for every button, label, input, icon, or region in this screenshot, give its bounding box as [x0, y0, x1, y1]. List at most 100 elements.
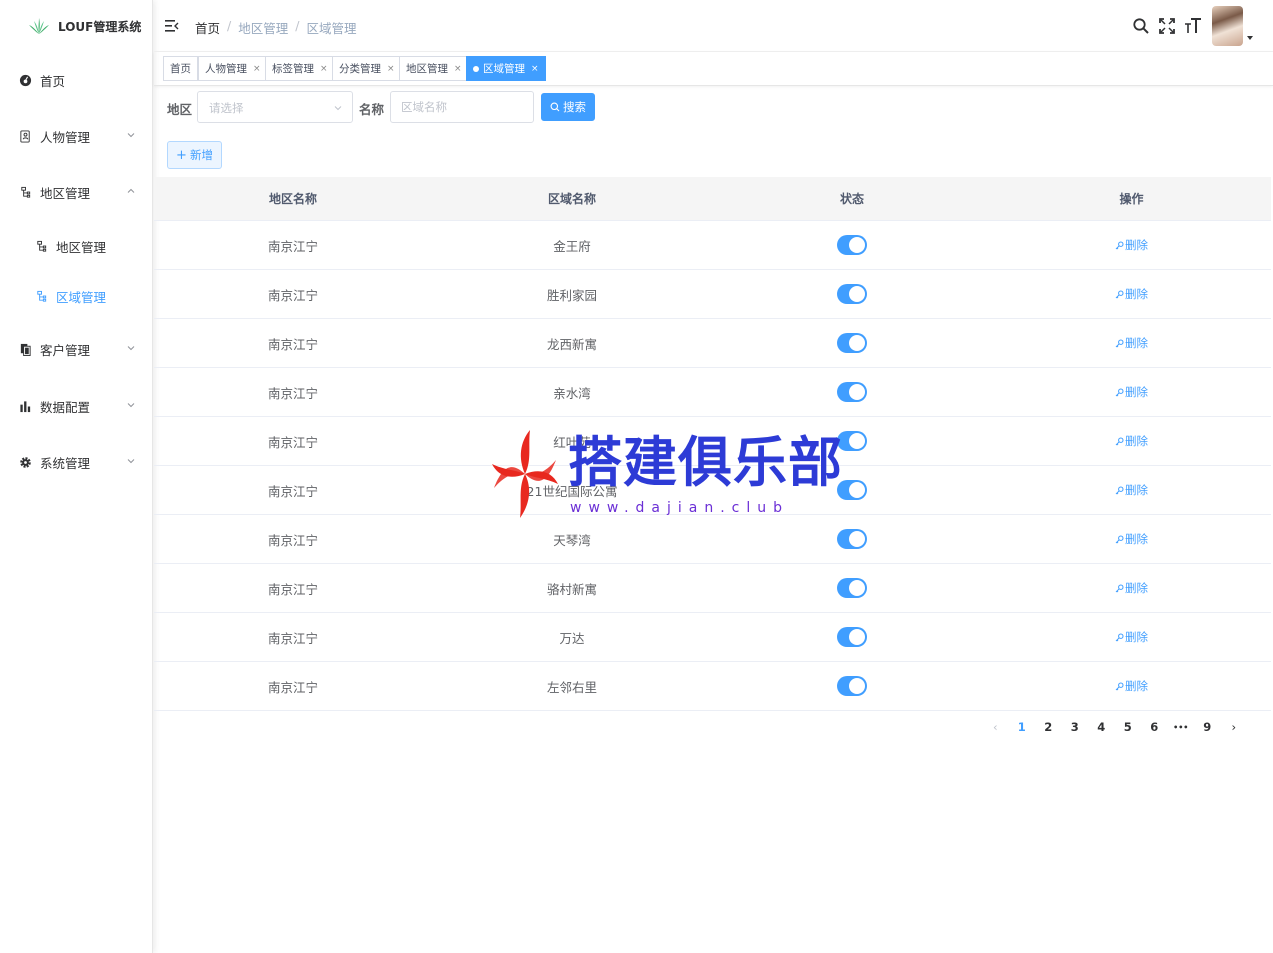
- cell-area: 万达: [559, 630, 585, 646]
- tag-label: 标签管理: [272, 63, 314, 75]
- close-icon[interactable]: ×: [387, 64, 395, 74]
- breadcrumb-item-home[interactable]: 首页: [195, 18, 220, 37]
- cell-actions: 删除: [992, 433, 1271, 449]
- switch-knob: [849, 237, 865, 253]
- sidebar-item-region[interactable]: 地区管理: [0, 172, 152, 212]
- pagination-ellipsis[interactable]: •••: [1168, 716, 1195, 738]
- sidebar-subitem-area-manage[interactable]: 区域管理: [0, 276, 152, 316]
- chevron-down-icon: [334, 106, 342, 111]
- tag-area[interactable]: 区域管理 ×: [466, 56, 546, 81]
- close-icon[interactable]: ×: [454, 64, 462, 74]
- delete-button[interactable]: 删除: [1115, 286, 1148, 302]
- tag-label-manage[interactable]: 标签管理 ×: [265, 56, 335, 81]
- delete-button[interactable]: 删除: [1115, 384, 1148, 400]
- status-switch[interactable]: [837, 627, 867, 647]
- column-header-region: 地区名称: [268, 192, 317, 206]
- column-header-area: 区域名称: [547, 192, 596, 206]
- pagination-next-button[interactable]: ›: [1221, 716, 1248, 738]
- sidebar-item-data-config[interactable]: 数据配置: [0, 386, 152, 426]
- pagination-page-3[interactable]: 3: [1062, 716, 1089, 738]
- close-icon[interactable]: ×: [253, 64, 261, 74]
- cell-area: 金王府: [553, 238, 591, 254]
- pagination-page-6[interactable]: 6: [1141, 716, 1168, 738]
- key-icon: [1115, 486, 1124, 494]
- key-icon: [1115, 339, 1124, 347]
- table-header: 地区名称 区域名称 状态 操作: [154, 177, 1271, 221]
- cell-region: 南京江宁: [267, 581, 318, 597]
- delete-button[interactable]: 删除: [1115, 531, 1148, 547]
- tag-label: 分类管理: [339, 63, 381, 75]
- tag-people[interactable]: 人物管理 ×: [198, 56, 268, 81]
- search-button[interactable]: 搜索: [541, 93, 595, 121]
- delete-label: 删除: [1125, 336, 1148, 350]
- tag-region[interactable]: 地区管理 ×: [399, 56, 469, 81]
- status-switch[interactable]: [837, 333, 867, 353]
- watermark-title: 搭建俱乐部: [568, 431, 843, 494]
- cell-region: 南京江宁: [267, 483, 318, 499]
- delete-button[interactable]: 删除: [1115, 335, 1148, 351]
- hamburger-icon[interactable]: [164, 18, 180, 34]
- sidebar-item-system[interactable]: 系统管理: [0, 442, 152, 482]
- cell-actions: 删除: [992, 531, 1271, 547]
- search-button-label: 搜索: [563, 100, 586, 114]
- close-icon[interactable]: ×: [320, 64, 328, 74]
- cell-actions: 删除: [992, 335, 1271, 351]
- switch-knob: [849, 433, 865, 449]
- breadcrumb-separator: /: [227, 18, 232, 33]
- search-icon[interactable]: [1132, 17, 1150, 35]
- avatar[interactable]: [1212, 6, 1243, 46]
- status-switch[interactable]: [837, 382, 867, 402]
- area-name-input[interactable]: [390, 91, 534, 123]
- caret-down-icon[interactable]: [1247, 35, 1253, 41]
- tag-home[interactable]: 首页: [163, 56, 198, 81]
- breadcrumb-item-area: 区域管理: [306, 21, 357, 36]
- status-switch[interactable]: [837, 529, 867, 549]
- delete-button[interactable]: 删除: [1115, 237, 1148, 253]
- cell-region: 南京江宁: [267, 532, 318, 548]
- cell-region: 南京江宁: [267, 679, 318, 695]
- sidebar-subitem-region-manage[interactable]: 地区管理: [0, 226, 152, 266]
- logo[interactable]: LOUF管理系统: [0, 0, 152, 52]
- switch-knob: [849, 629, 865, 645]
- tree-icon: [34, 289, 48, 303]
- status-switch[interactable]: [837, 578, 867, 598]
- add-button[interactable]: + 新增: [167, 141, 222, 169]
- delete-button[interactable]: 删除: [1115, 433, 1148, 449]
- sidebar-item-home[interactable]: 首页: [0, 60, 152, 100]
- breadcrumb: 首页 / 地区管理 / 区域管理: [195, 18, 356, 37]
- status-switch[interactable]: [837, 676, 867, 696]
- delete-button[interactable]: 删除: [1115, 678, 1148, 694]
- delete-button[interactable]: 删除: [1115, 482, 1148, 498]
- pagination-page-1[interactable]: 1: [1009, 716, 1036, 738]
- key-icon: [1115, 437, 1124, 445]
- pagination: ‹ 1 2 3 4 5 6 ••• 9 ›: [982, 716, 1247, 738]
- region-label: 地区: [167, 102, 193, 117]
- font-size-icon[interactable]: [1184, 17, 1202, 35]
- pagination-page-5[interactable]: 5: [1115, 716, 1142, 738]
- key-icon: [1115, 388, 1124, 396]
- cell-area: 龙西新寓: [546, 336, 597, 352]
- delete-label: 删除: [1125, 434, 1148, 448]
- table-row: 南京江宁 万达 删除: [154, 613, 1271, 662]
- delete-button[interactable]: 删除: [1115, 629, 1148, 645]
- sidebar-item-label: 区域管理: [56, 289, 107, 305]
- pagination-page-2[interactable]: 2: [1035, 716, 1062, 738]
- pagination-page-last[interactable]: 9: [1194, 716, 1221, 738]
- status-switch[interactable]: [837, 284, 867, 304]
- status-switch[interactable]: [837, 235, 867, 255]
- close-icon[interactable]: ×: [531, 64, 539, 74]
- delete-label: 删除: [1125, 385, 1148, 399]
- tag-label: 地区管理: [406, 63, 448, 75]
- region-select[interactable]: 请选择: [197, 91, 353, 123]
- delete-button[interactable]: 删除: [1115, 580, 1148, 596]
- pagination-page-4[interactable]: 4: [1088, 716, 1115, 738]
- fullscreen-icon[interactable]: [1158, 17, 1176, 35]
- switch-knob: [849, 678, 865, 694]
- navbar: 首页 / 地区管理 / 区域管理: [154, 0, 1273, 52]
- dashboard-icon: [18, 73, 32, 87]
- sidebar-item-customers[interactable]: 客户管理: [0, 329, 152, 369]
- pagination-prev-button[interactable]: ‹: [982, 716, 1009, 738]
- tag-category[interactable]: 分类管理 ×: [332, 56, 402, 81]
- sidebar-item-people[interactable]: 人物管理: [0, 116, 152, 156]
- table-row: 南京江宁 金王府 删除: [154, 221, 1271, 270]
